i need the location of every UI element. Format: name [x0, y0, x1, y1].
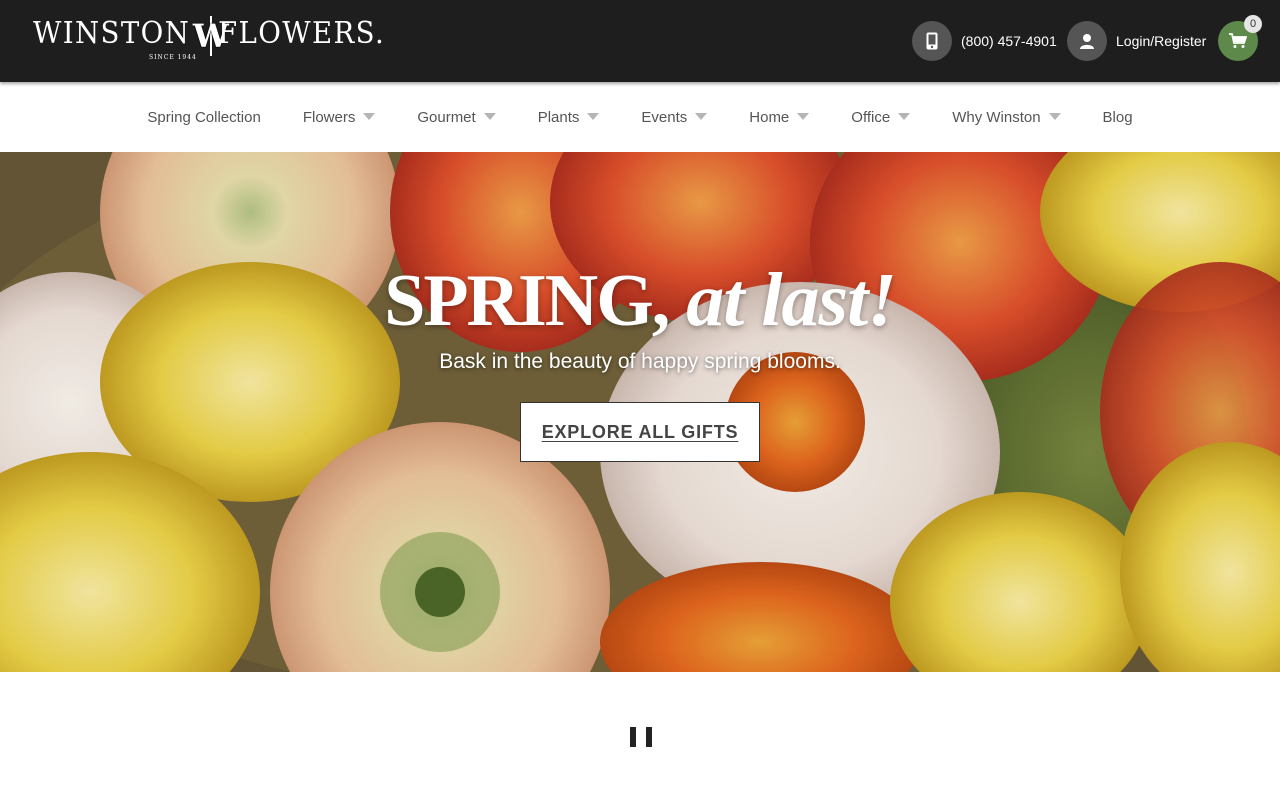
nav-item-label: Spring Collection: [147, 108, 261, 126]
nav-item-label: Blog: [1102, 108, 1133, 126]
logo-since: SINCE 1944: [149, 54, 197, 61]
logo-word-right: FLOWERS.: [217, 16, 385, 51]
phone-number: (800) 457-4901: [961, 33, 1057, 49]
hero-subtitle: Bask in the beauty of happy spring bloom…: [439, 350, 841, 373]
nav-item-gourmet[interactable]: Gourmet: [417, 97, 496, 137]
chevron-down-icon: [797, 113, 810, 120]
cart-icon: [1229, 33, 1247, 48]
chevron-down-icon: [898, 113, 911, 120]
pause-bar-right: [646, 727, 652, 747]
nav-item-plants[interactable]: Plants: [538, 97, 600, 137]
chevron-down-icon: [1048, 113, 1061, 120]
nav-item-label: Flowers: [302, 108, 356, 126]
nav-item-label: Events: [641, 108, 688, 126]
logo-word-left: WINSTON: [33, 16, 191, 51]
nav-item-events[interactable]: Events: [641, 97, 708, 137]
chevron-down-icon: [695, 113, 708, 120]
chevron-down-icon: [363, 113, 376, 120]
logo-monogram: W: [192, 16, 229, 56]
chevron-down-icon: [587, 113, 600, 120]
hero-title-caps: SPRING,: [384, 260, 670, 342]
hero-title: SPRING, at last!: [384, 258, 897, 354]
nav-item-spring-collection[interactable]: Spring Collection: [147, 97, 260, 137]
nav-item-label: Gourmet: [417, 108, 476, 126]
nav-item-label: Office: [851, 108, 891, 126]
pause-icon[interactable]: [630, 724, 652, 750]
nav-item-label: Plants: [537, 108, 580, 126]
hero-banner: SPRING, at last! Bask in the beauty of h…: [0, 152, 1280, 672]
hero-content: SPRING, at last! Bask in the beauty of h…: [0, 152, 1280, 672]
brand-logo[interactable]: WINSTON W FLOWERS. SINCE 1944: [33, 14, 384, 64]
nav-item-blog[interactable]: Blog: [1103, 97, 1133, 137]
phone-icon: [912, 21, 952, 61]
pause-bar-left: [630, 727, 636, 747]
nav-item-label: Why Winston: [952, 108, 1041, 126]
phone-link[interactable]: (800) 457-4901: [912, 21, 1057, 61]
login-register-label: Login/Register: [1116, 33, 1207, 49]
cart-button[interactable]: 0: [1218, 15, 1262, 61]
hero-title-script: at last!: [668, 258, 896, 342]
top-bar: WINSTON W FLOWERS. SINCE 1944 (800) 457-…: [0, 0, 1280, 82]
explore-all-gifts-button[interactable]: EXPLORE ALL GIFTS: [520, 402, 760, 462]
user-icon: [1067, 21, 1107, 61]
nav-item-why-winston[interactable]: Why Winston: [952, 97, 1061, 137]
nav-item-home[interactable]: Home: [749, 97, 810, 137]
nav-item-office[interactable]: Office: [851, 97, 911, 137]
chevron-down-icon: [483, 113, 496, 120]
nav-item-label: Home: [749, 108, 790, 126]
nav-item-flowers[interactable]: Flowers: [303, 97, 376, 137]
cart-count-badge: 0: [1244, 15, 1262, 33]
login-register-link[interactable]: Login/Register: [1067, 21, 1206, 61]
main-nav: Spring Collection Flowers Gourmet Plants…: [0, 82, 1280, 152]
